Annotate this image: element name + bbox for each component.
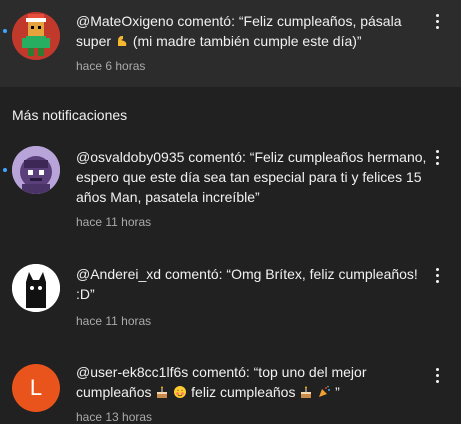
section-title: Más notificaciones xyxy=(12,107,128,123)
comment-verb: comentó: xyxy=(177,13,235,29)
notification-time: hace 11 horas xyxy=(76,314,152,328)
dot-icon xyxy=(435,373,439,377)
dot-icon xyxy=(435,149,439,153)
purple-character-avatar-icon xyxy=(12,146,60,194)
notification-item[interactable]: @MateOxigeno comentó: “Feliz cumpleaños,… xyxy=(0,0,461,87)
notification-text: @MateOxigeno comentó: “Feliz cumpleaños,… xyxy=(76,11,428,51)
avatar[interactable]: L xyxy=(12,364,60,412)
dot-icon xyxy=(435,367,439,371)
blushing-face-icon xyxy=(174,386,187,398)
avatar-letter: L xyxy=(29,375,43,400)
avatar[interactable] xyxy=(12,146,60,194)
dot-icon xyxy=(435,19,439,23)
comment-author: @MateOxigeno xyxy=(76,13,174,29)
notification-time: hace 6 horas xyxy=(76,59,146,73)
birthday-cake-icon xyxy=(301,386,312,398)
strong-arm-icon xyxy=(117,36,127,46)
comment-body-end: ” xyxy=(335,384,340,400)
comment-body-continued: (mi madre también cumple este día)” xyxy=(132,33,362,49)
comment-verb: comentó: xyxy=(164,266,223,282)
dot-icon xyxy=(435,267,439,271)
comment-verb: comentó: xyxy=(192,364,250,380)
comment-author: @osvaldoby0935 xyxy=(76,149,185,165)
pixel-character-avatar-icon xyxy=(12,12,60,60)
notification-text: @Anderei_xd comentó: “Omg Brítex, feliz … xyxy=(76,264,428,304)
notification-text: @osvaldoby0935 comentó: “Feliz cumpleaño… xyxy=(76,147,428,207)
dot-icon xyxy=(435,273,439,277)
avatar[interactable] xyxy=(12,264,60,312)
dot-icon xyxy=(435,13,439,17)
dot-icon xyxy=(435,279,439,283)
more-options-button[interactable] xyxy=(430,145,444,169)
notification-item[interactable]: L @user-ek8cc1lf6s comentó: “top uno del… xyxy=(0,358,461,424)
comment-author: @user-ek8cc1lf6s xyxy=(76,364,189,380)
dot-icon xyxy=(435,155,439,159)
unread-dot xyxy=(3,168,7,172)
dot-icon xyxy=(435,161,439,165)
notification-time: hace 11 horas xyxy=(76,215,152,229)
unread-dot xyxy=(3,29,7,33)
party-popper-icon xyxy=(319,385,331,397)
notification-time: hace 13 horas xyxy=(76,410,153,424)
black-cat-avatar-icon xyxy=(12,264,60,312)
notification-item[interactable]: @osvaldoby0935 comentó: “Feliz cumpleaño… xyxy=(0,140,461,240)
avatar[interactable] xyxy=(12,12,60,60)
more-options-button[interactable] xyxy=(430,263,444,287)
birthday-cake-icon xyxy=(157,386,168,398)
more-options-button[interactable] xyxy=(430,363,444,387)
comment-verb: comentó: xyxy=(188,149,246,165)
dot-icon xyxy=(435,379,439,383)
notification-text: @user-ek8cc1lf6s comentó: “top uno del m… xyxy=(76,362,428,402)
dot-icon xyxy=(435,25,439,29)
notification-item[interactable]: @Anderei_xd comentó: “Omg Brítex, feliz … xyxy=(0,258,461,338)
comment-body-continued: feliz cumpleaños xyxy=(191,384,296,400)
comment-author: @Anderei_xd xyxy=(76,266,162,282)
more-options-button[interactable] xyxy=(430,9,444,33)
